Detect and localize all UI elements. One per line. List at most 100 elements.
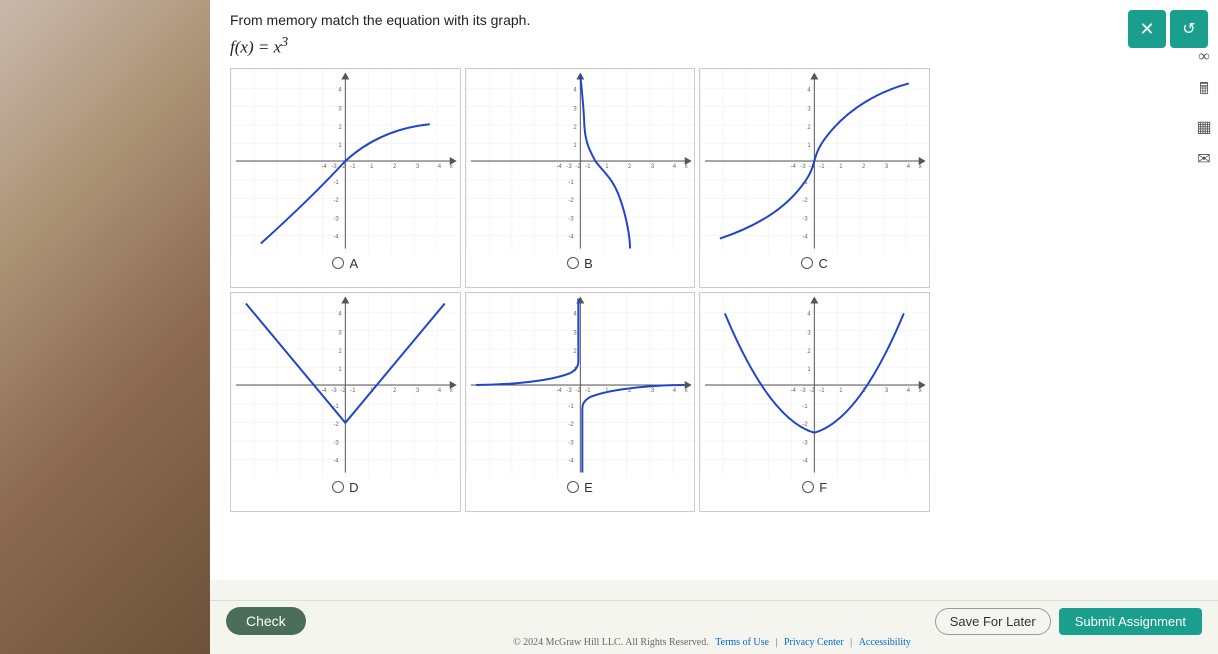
- svg-text:-2: -2: [333, 197, 339, 203]
- svg-text:-3: -3: [568, 216, 574, 222]
- svg-text:-2: -2: [333, 421, 339, 427]
- svg-text:-2: -2: [568, 421, 574, 427]
- check-button[interactable]: Check: [226, 607, 306, 635]
- save-for-later-button[interactable]: Save For Later: [935, 608, 1051, 635]
- svg-text:x: x: [684, 164, 687, 170]
- radio-d[interactable]: [332, 481, 344, 493]
- svg-text:-3: -3: [333, 440, 339, 446]
- svg-text:-4: -4: [791, 388, 797, 394]
- accessibility-link[interactable]: Accessibility: [859, 637, 911, 648]
- svg-text:-4: -4: [333, 234, 339, 240]
- radio-b[interactable]: [567, 257, 579, 269]
- privacy-link[interactable]: Privacy Center: [784, 637, 844, 648]
- svg-text:-1: -1: [803, 404, 809, 410]
- terms-link[interactable]: Terms of Use: [715, 637, 769, 648]
- svg-text:-2: -2: [803, 197, 809, 203]
- table-icon[interactable]: ▦: [1196, 117, 1211, 137]
- graph-svg-f: -4 -3 -2 -1 1 2 3 4 x 4 3 2 1 -1 -2 -3 -: [700, 293, 929, 478]
- svg-text:-1: -1: [568, 180, 574, 186]
- bottom-right-buttons: Save For Later Submit Assignment: [935, 608, 1202, 635]
- svg-text:x: x: [450, 388, 453, 394]
- svg-text:-4: -4: [556, 164, 562, 170]
- graph-svg-a: -4 -3 -2 -1 1 2 3 4 x 4 3 2 1 -1 -2 -3 -: [231, 69, 460, 254]
- graph-svg-d: -4 -3 -2 -1 1 2 3 4 x 4 3 2 1 -1 -2 -3 -: [231, 293, 460, 478]
- svg-text:-3: -3: [801, 164, 807, 170]
- svg-text:-3: -3: [566, 164, 572, 170]
- radio-f[interactable]: [802, 481, 814, 493]
- label-b-text: B: [584, 256, 593, 271]
- label-d-text: D: [349, 480, 358, 495]
- message-icon[interactable]: ✉: [1197, 149, 1210, 169]
- svg-text:x: x: [919, 164, 922, 170]
- svg-text:-1: -1: [333, 180, 339, 186]
- graphs-container: -4 -3 -2 -1 1 2 3 4 x 4 3 2 1 -1 -2 -3 -: [230, 68, 930, 512]
- svg-text:-3: -3: [568, 440, 574, 446]
- label-c-text: C: [818, 256, 827, 271]
- background-decoration: [0, 0, 210, 654]
- graph-cell-f[interactable]: -4 -3 -2 -1 1 2 3 4 x 4 3 2 1 -1 -2 -3 -: [699, 292, 930, 512]
- question-area: From memory match the equation with its …: [210, 0, 1218, 580]
- svg-text:-4: -4: [333, 458, 339, 464]
- svg-text:-3: -3: [333, 216, 339, 222]
- svg-text:-2: -2: [575, 164, 581, 170]
- question-text: From memory match the equation with its …: [230, 12, 1198, 28]
- svg-text:-4: -4: [321, 388, 327, 394]
- svg-text:-4: -4: [568, 234, 574, 240]
- radio-a[interactable]: [332, 257, 344, 269]
- copyright-text: © 2024 McGraw Hill LLC. All Rights Reser…: [513, 637, 709, 648]
- svg-text:-3: -3: [331, 388, 337, 394]
- bottom-bar-inner: Check Save For Later Submit Assignment: [226, 607, 1202, 635]
- svg-text:-2: -2: [803, 421, 809, 427]
- graph-label-d[interactable]: D: [332, 478, 358, 499]
- svg-text:-4: -4: [803, 458, 809, 464]
- svg-text:-3: -3: [803, 216, 809, 222]
- graph-cell-d[interactable]: -4 -3 -2 -1 1 2 3 4 x 4 3 2 1 -1 -2 -3 -: [230, 292, 461, 512]
- graph-cell-b[interactable]: -4 -3 -2 -1 1 2 3 4 x 4 3 2 1 -1 -2 -3 -: [465, 68, 696, 288]
- svg-text:-4: -4: [791, 164, 797, 170]
- svg-text:-1: -1: [585, 388, 591, 394]
- radio-e[interactable]: [567, 481, 579, 493]
- graph-svg-b: -4 -3 -2 -1 1 2 3 4 x 4 3 2 1 -1 -2 -3 -: [466, 69, 695, 254]
- infinity-icon[interactable]: ∞: [1198, 48, 1209, 66]
- right-sidebar: ∞ 🖩 ▦ ✉: [1190, 40, 1218, 177]
- graph-cell-c[interactable]: -4 -3 -2 -1 1 2 3 4 x 4 3 2 1 -1 -2 -3 -: [699, 68, 930, 288]
- svg-text:x: x: [450, 164, 453, 170]
- svg-text:-1: -1: [820, 164, 826, 170]
- calculator-icon[interactable]: 🖩: [1199, 78, 1209, 105]
- graph-svg-e: -4 -3 -2 -1 1 2 3 4 x 4 3 2 1 -1 -2 -3 -: [466, 293, 695, 478]
- svg-text:-2: -2: [340, 388, 346, 394]
- graph-label-b[interactable]: B: [567, 254, 593, 275]
- graph-label-e[interactable]: E: [567, 478, 593, 499]
- svg-text:-1: -1: [350, 388, 356, 394]
- svg-text:-3: -3: [566, 388, 572, 394]
- graph-label-f[interactable]: F: [802, 478, 827, 499]
- bottom-bar: Check Save For Later Submit Assignment ©…: [210, 600, 1218, 654]
- submit-assignment-button[interactable]: Submit Assignment: [1059, 608, 1202, 635]
- svg-text:-1: -1: [350, 164, 356, 170]
- svg-text:-2: -2: [810, 388, 816, 394]
- svg-text:x: x: [684, 388, 687, 394]
- svg-text:-4: -4: [803, 234, 809, 240]
- svg-text:-3: -3: [801, 388, 807, 394]
- svg-text:-3: -3: [803, 440, 809, 446]
- svg-text:-2: -2: [568, 197, 574, 203]
- svg-text:-1: -1: [585, 164, 591, 170]
- radio-c[interactable]: [801, 257, 813, 269]
- graph-cell-a[interactable]: -4 -3 -2 -1 1 2 3 4 x 4 3 2 1 -1 -2 -3 -: [230, 68, 461, 288]
- svg-text:-2: -2: [575, 388, 581, 394]
- label-e-text: E: [584, 480, 593, 495]
- clear-button[interactable]: ✕: [1128, 10, 1166, 48]
- svg-text:-4: -4: [556, 388, 562, 394]
- graph-cell-e[interactable]: -4 -3 -2 -1 1 2 3 4 x 4 3 2 1 -1 -2 -3 -: [465, 292, 696, 512]
- footer-links: © 2024 McGraw Hill LLC. All Rights Reser…: [226, 635, 1202, 650]
- svg-text:-1: -1: [820, 388, 826, 394]
- graph-svg-c: -4 -3 -2 -1 1 2 3 4 x 4 3 2 1 -1 -2 -3 -: [700, 69, 929, 254]
- main-content: Español From memory match the equation w…: [210, 0, 1218, 654]
- graph-label-c[interactable]: C: [801, 254, 827, 275]
- graph-label-a[interactable]: A: [332, 254, 358, 275]
- label-a-text: A: [349, 256, 358, 271]
- svg-text:-1: -1: [568, 404, 574, 410]
- label-f-text: F: [819, 480, 827, 495]
- svg-text:x: x: [919, 388, 922, 394]
- svg-text:-4: -4: [321, 164, 327, 170]
